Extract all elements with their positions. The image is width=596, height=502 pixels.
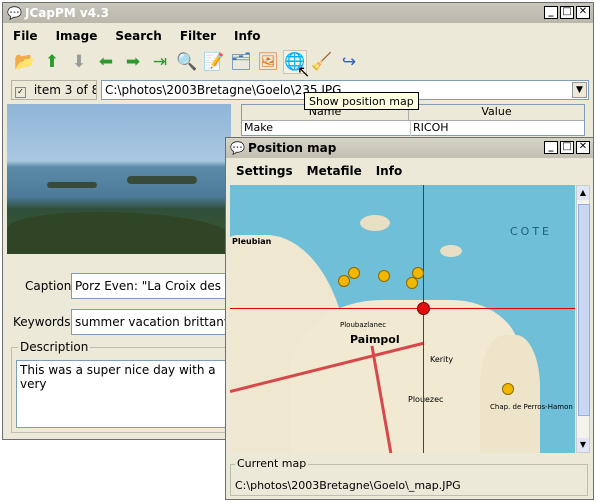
current-map-label: Current map xyxy=(235,457,309,470)
chevron-down-icon[interactable]: ▼ xyxy=(572,82,587,98)
map-island xyxy=(440,245,462,257)
app-speech-bubble-icon: 💬 xyxy=(230,141,245,155)
minimize-button[interactable]: _ xyxy=(544,6,558,19)
map-title-bar[interactable]: 💬 Position map _ □ ✕ xyxy=(226,138,593,158)
close-button[interactable]: ✕ xyxy=(576,141,590,154)
brush-icon[interactable]: 🧹 xyxy=(310,50,334,74)
crosshair-vertical xyxy=(423,185,424,453)
caption-value: Porz Even: "La Croix des Ve xyxy=(75,279,231,293)
photo-island xyxy=(127,176,197,184)
caption-label: Caption xyxy=(25,279,72,293)
menu-search[interactable]: Search xyxy=(115,29,161,43)
map-place-label: Pleubian xyxy=(232,237,272,246)
splitter-handle[interactable] xyxy=(233,104,239,126)
description-group: Description This was a super nice day wi… xyxy=(11,340,233,433)
menu-map-info[interactable]: Info xyxy=(376,164,402,178)
exif-col-value[interactable]: Value xyxy=(408,105,584,120)
menu-info[interactable]: Info xyxy=(234,29,260,43)
scroll-up-icon[interactable]: ▲ xyxy=(577,186,589,200)
close-button[interactable]: ✕ xyxy=(576,6,590,19)
scroll-down-icon[interactable]: ▼ xyxy=(577,438,589,452)
keywords-value: summer vacation brittany fra xyxy=(75,315,231,329)
exif-cell-name: Make xyxy=(244,121,273,134)
item-status: ✓ item 3 of 8 xyxy=(11,80,97,100)
menu-file[interactable]: File xyxy=(13,29,38,43)
scroll-thumb[interactable] xyxy=(578,204,590,416)
main-window-title: JCapPM v4.3 xyxy=(25,6,109,20)
map-view[interactable]: Pleubian Paimpol Plouezec Chap. de Perro… xyxy=(230,185,575,453)
description-value: This was a super nice day with a very xyxy=(20,363,216,391)
image-icon[interactable]: 🖼 xyxy=(256,50,280,74)
back-arrow-icon[interactable]: ⬅ xyxy=(94,50,118,74)
magnifier-icon[interactable]: 🔍 xyxy=(175,50,199,74)
position-marker[interactable] xyxy=(502,383,514,395)
caption-field[interactable]: Porz Even: "La Croix des Ve xyxy=(71,273,231,299)
menu-filter[interactable]: Filter xyxy=(180,29,216,43)
position-marker[interactable] xyxy=(378,270,390,282)
keywords-label: Keywords xyxy=(13,315,71,329)
minimize-button[interactable]: _ xyxy=(544,141,558,154)
main-menu-bar: File Image Search Filter Info xyxy=(3,26,593,46)
photo-shore xyxy=(7,212,231,254)
map-vertical-scrollbar[interactable]: ▲ ▼ xyxy=(576,185,590,453)
app-speech-bubble-icon: 💬 xyxy=(7,6,22,20)
down-arrow-icon[interactable]: ⬇ xyxy=(67,50,91,74)
tooltip: Show position map xyxy=(304,92,419,110)
map-place-label: Plouezec xyxy=(408,395,444,404)
map-island xyxy=(360,215,390,231)
maximize-button[interactable]: □ xyxy=(560,6,574,19)
current-map-group: Current map C:\photos\2003Bretagne\Goelo… xyxy=(230,457,588,496)
menu-image[interactable]: Image xyxy=(56,29,98,43)
map-window-title: Position map xyxy=(248,141,337,155)
map-menu-bar: Settings Metafile Info xyxy=(226,161,593,181)
description-label: Description xyxy=(18,340,91,354)
crosshair-horizontal xyxy=(230,308,575,309)
map-place-label: Ploubazlanec xyxy=(340,321,387,329)
maximize-button[interactable]: □ xyxy=(560,141,574,154)
position-marker[interactable] xyxy=(338,275,350,287)
position-map-window: 💬 Position map _ □ ✕ Settings Metafile I… xyxy=(225,137,594,500)
item-status-text: item 3 of 8 xyxy=(33,83,97,97)
map-place-label: Chap. de Perros-Hamon xyxy=(490,403,573,411)
description-textarea[interactable]: This was a super nice day with a very xyxy=(16,360,230,428)
open-folder-icon[interactable]: 📂 xyxy=(13,50,37,74)
exif-cell-value: RICOH xyxy=(410,121,584,136)
table-row[interactable]: Make RICOH xyxy=(242,121,584,136)
tooltip-text: Show position map xyxy=(309,95,414,108)
position-marker-current[interactable] xyxy=(417,302,430,315)
photo-island xyxy=(47,182,97,188)
mouse-cursor-icon: ↖ xyxy=(297,62,311,81)
map-place-label: Kerity xyxy=(430,355,454,364)
position-marker[interactable] xyxy=(348,267,360,279)
keywords-field[interactable]: summer vacation brittany fra xyxy=(71,309,231,335)
redo-arrow-icon[interactable]: ↪ xyxy=(337,50,361,74)
map-place-label: Paimpol xyxy=(350,333,400,346)
notepad-icon[interactable]: 📝 xyxy=(202,50,226,74)
item-checkbox-icon[interactable]: ✓ xyxy=(15,87,26,98)
map-place-label: COTE xyxy=(510,225,553,238)
photo-preview xyxy=(7,104,231,254)
up-arrow-icon[interactable]: ⬆ xyxy=(40,50,64,74)
menu-metafile[interactable]: Metafile xyxy=(307,164,362,178)
position-marker[interactable] xyxy=(406,277,418,289)
current-map-path: C:\photos\2003Bretagne\Goelo\_map.JPG xyxy=(235,479,461,492)
forward-arrow-icon[interactable]: ➡ xyxy=(121,50,145,74)
folder-icon[interactable]: 🗂 xyxy=(229,50,253,74)
main-title-bar[interactable]: 💬 JCapPM v4.3 _ □ ✕ xyxy=(3,3,593,23)
last-arrow-icon[interactable]: ⇥ xyxy=(148,50,172,74)
menu-settings[interactable]: Settings xyxy=(236,164,293,178)
